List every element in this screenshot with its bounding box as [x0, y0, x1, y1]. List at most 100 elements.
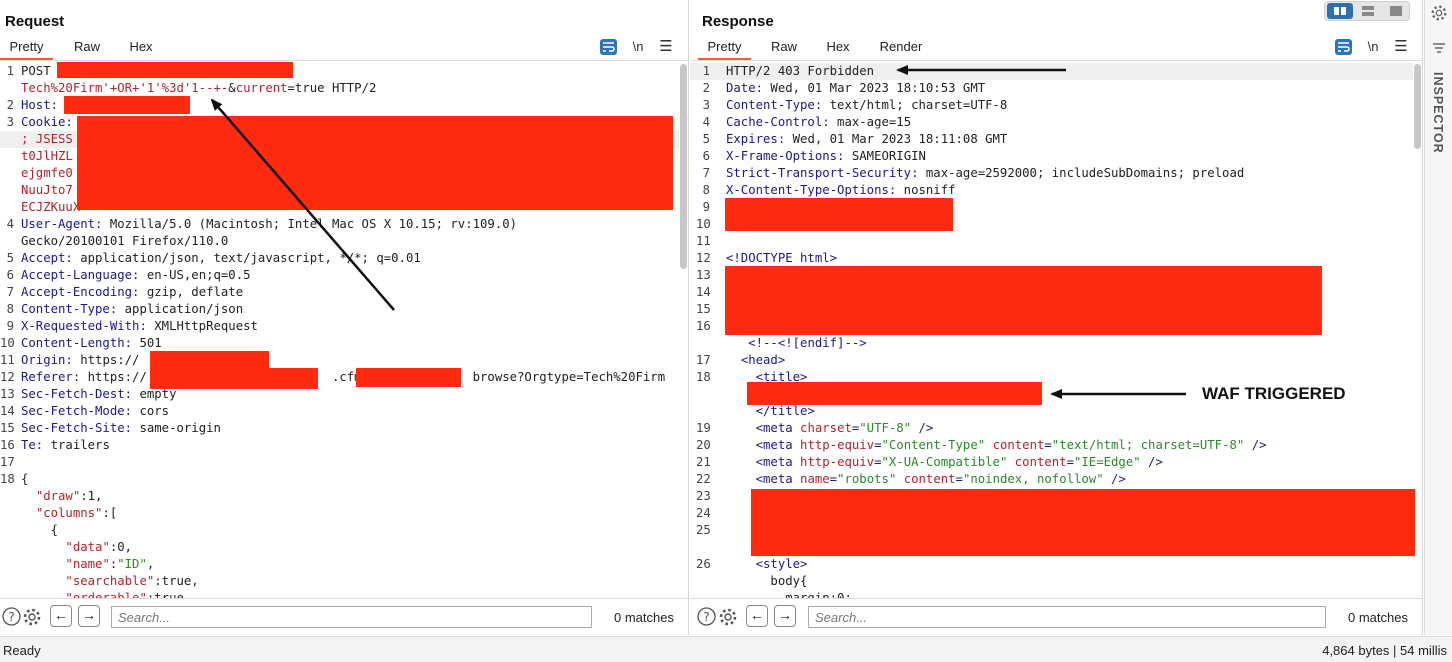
code-line[interactable]: 17 — [0, 454, 679, 471]
code-line[interactable]: "columns":[ — [0, 505, 679, 522]
code-line[interactable]: { — [0, 522, 679, 539]
help-icon[interactable]: ? — [697, 607, 716, 631]
code-line[interactable]: 5 Expires: Wed, 01 Mar 2023 18:11:08 GMT — [690, 131, 1413, 148]
response-tab-hex[interactable]: Hex — [819, 38, 857, 60]
split-view-icon[interactable] — [1327, 3, 1353, 19]
forward-arrow-icon[interactable]: → — [78, 605, 100, 627]
code-token: <head> — [740, 353, 786, 367]
code-line[interactable]: Gecko/20100101 Firefox/110.0 — [0, 233, 679, 250]
code-line[interactable]: 3 Content-Type: text/html; charset=UTF-8 — [690, 97, 1413, 114]
request-search-input[interactable] — [111, 606, 592, 628]
redacted-block — [57, 62, 293, 78]
line-code: ; JSESS — [21, 131, 73, 148]
code-token: <!--<![endif]--> — [748, 336, 867, 350]
code-token: = — [874, 455, 882, 469]
request-scrollbar[interactable] — [680, 62, 688, 597]
code-line[interactable]: 20 <meta http-equiv="Content-Type" conte… — [690, 437, 1413, 454]
code-line[interactable]: "orderable":true, — [0, 590, 679, 598]
code-token: trailers — [43, 438, 110, 452]
code-line[interactable]: "draw":1, — [0, 488, 679, 505]
back-arrow-icon[interactable]: ← — [746, 605, 768, 627]
code-line[interactable]: margin:0; — [690, 590, 1413, 598]
code-line[interactable]: 26 <style> — [690, 556, 1413, 573]
code-token: https:// — [72, 353, 140, 367]
stacked-view-icon[interactable] — [1355, 3, 1381, 19]
code-line[interactable]: 15 Sec-Fetch-Site: same-origin — [0, 420, 679, 437]
code-line[interactable]: <!--<![endif]--> — [690, 335, 1413, 352]
code-line[interactable]: 16 Te: trailers — [0, 437, 679, 454]
line-code: { — [21, 471, 28, 488]
single-view-icon[interactable] — [1383, 3, 1409, 19]
gear-icon[interactable] — [718, 607, 738, 632]
code-line[interactable]: 6 X-Frame-Options: SAMEORIGIN — [690, 148, 1413, 165]
code-line[interactable]: 2 Date: Wed, 01 Mar 2023 18:10:53 GMT — [690, 80, 1413, 97]
request-tab-raw[interactable]: Raw — [66, 38, 108, 60]
code-line[interactable]: 7 Accept-Encoding: gzip, deflate — [0, 284, 679, 301]
code-line[interactable]: 18 { — [0, 471, 679, 488]
menu-icon[interactable]: ☰ — [659, 38, 673, 56]
response-tab-pretty[interactable]: Pretty — [698, 38, 751, 60]
code-line[interactable]: 22 <meta name="robots" content="noindex,… — [690, 471, 1413, 488]
request-tab-hex[interactable]: Hex — [122, 38, 160, 60]
response-scrollbar[interactable] — [1414, 62, 1422, 597]
code-line[interactable]: 8 X-Content-Type-Options: nosniff — [690, 182, 1413, 199]
code-line[interactable]: "name":"ID", — [0, 556, 679, 573]
code-token: /> — [1244, 438, 1267, 452]
request-tab-pretty[interactable]: Pretty — [0, 38, 53, 60]
code-token: ECJZKuuX — [21, 200, 81, 214]
code-token: Mozilla/5.0 (Macintosh; Intel Mac OS X 1… — [102, 217, 518, 231]
gear-icon[interactable] — [1430, 4, 1448, 25]
code-line[interactable]: 10 Content-Length: 501 — [0, 335, 679, 352]
back-arrow-icon[interactable]: ← — [50, 605, 72, 627]
code-token: application/json, text/javascript, */*; … — [72, 251, 421, 265]
response-search-input[interactable] — [808, 606, 1326, 628]
code-line[interactable]: 6 Accept-Language: en-US,en;q=0.5 — [0, 267, 679, 284]
code-token: "orderable" — [65, 591, 147, 598]
forward-arrow-icon[interactable]: → — [774, 605, 796, 627]
code-line[interactable]: 12 Referer: https:// .cfm/ browse?Orgtype… — [0, 369, 679, 386]
newline-toggle[interactable]: \n — [1365, 38, 1381, 56]
code-line[interactable]: 12 <!DOCTYPE html> — [690, 250, 1413, 267]
line-number: 22 — [696, 472, 711, 486]
code-line[interactable]: 4 User-Agent: Mozilla/5.0 (Macintosh; Int… — [0, 216, 679, 233]
code-line[interactable]: 14 Sec-Fetch-Mode: cors — [0, 403, 679, 420]
code-line[interactable]: 21 <meta http-equiv="X-UA-Compatible" co… — [690, 454, 1413, 471]
code-line[interactable]: 7 Strict-Transport-Security: max-age=2592… — [690, 165, 1413, 182]
code-token: Sec-Fetch-Dest: — [21, 387, 133, 401]
wrap-lines-icon[interactable] — [1335, 39, 1352, 55]
code-line[interactable]: 19 <meta charset="UTF-8" /> — [690, 420, 1413, 437]
inspector-panel[interactable]: INSPECTOR — [1424, 0, 1452, 635]
code-line[interactable]: "data":0, — [0, 539, 679, 556]
code-line[interactable]: Tech%20Firm'+OR+'1'%3d'1--+-&current=tru… — [0, 80, 679, 97]
response-tab-raw[interactable]: Raw — [763, 38, 805, 60]
help-icon[interactable]: ? — [2, 607, 21, 631]
newline-toggle[interactable]: \n — [630, 38, 646, 56]
line-number: 7 — [702, 166, 710, 180]
line-code: NuuJto7 — [21, 182, 73, 199]
code-line[interactable]: 17 <head> — [690, 352, 1413, 369]
line-code: margin:0; — [726, 590, 852, 598]
code-line[interactable]: "searchable":true, — [0, 573, 679, 590]
wrap-lines-icon[interactable] — [600, 39, 617, 55]
code-line[interactable]: 11 — [690, 233, 1413, 250]
code-line[interactable]: 4 Cache-Control: max-age=15 — [690, 114, 1413, 131]
code-line[interactable]: body{ — [690, 573, 1413, 590]
code-line[interactable]: 1 HTTP/2 403 Forbidden — [690, 63, 1413, 80]
menu-icon[interactable]: ☰ — [1394, 38, 1408, 56]
code-line[interactable]: 8 Content-Type: application/json — [0, 301, 679, 318]
line-number: 15 — [696, 302, 711, 316]
code-line[interactable]: 9 X-Requested-With: XMLHttpRequest — [0, 318, 679, 335]
response-tab-render[interactable]: Render — [874, 38, 928, 60]
code-line[interactable]: 5 Accept: application/json, text/javascri… — [0, 250, 679, 267]
line-number: 1 — [702, 64, 710, 78]
gear-icon[interactable] — [22, 607, 42, 632]
code-token: margin:0; — [726, 591, 852, 598]
line-number: 14 — [696, 285, 711, 299]
code-token: HTTP/2 403 Forbidden — [726, 64, 875, 78]
filter-icon[interactable] — [1432, 42, 1446, 57]
code-line[interactable]: </title> — [690, 403, 1413, 420]
code-line[interactable]: 13 Sec-Fetch-Dest: empty — [0, 386, 679, 403]
code-line[interactable]: 11 Origin: https:// — [0, 352, 679, 369]
